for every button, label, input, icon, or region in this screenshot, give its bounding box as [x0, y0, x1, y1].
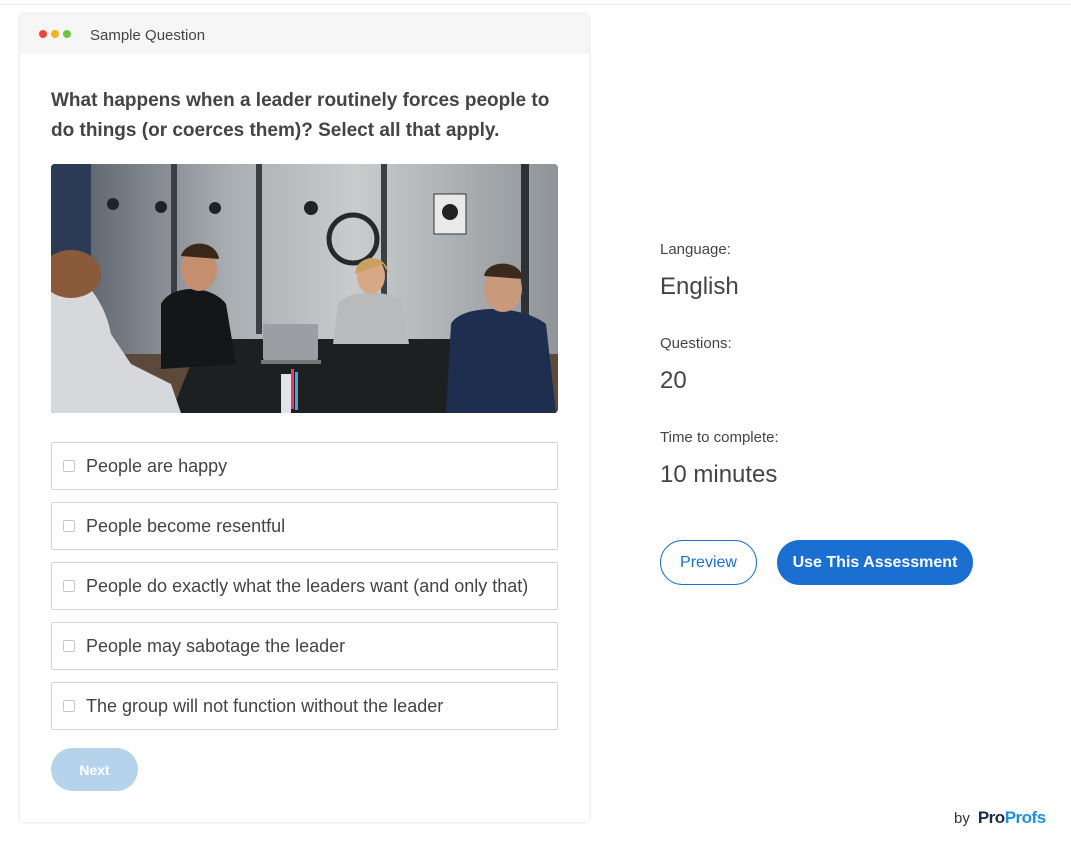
card-header: Sample Question — [20, 14, 589, 54]
window-dots — [39, 30, 71, 38]
question-card: Sample Question What happens when a lead… — [20, 14, 589, 822]
use-assessment-button[interactable]: Use This Assessment — [777, 540, 973, 585]
question-image — [51, 164, 558, 413]
time-label: Time to complete: — [660, 429, 779, 446]
top-divider — [0, 4, 1071, 5]
brand-footer: by ProProfs — [954, 808, 1046, 828]
answer-option-3[interactable]: People do exactly what the leaders want … — [51, 562, 558, 610]
yellow-dot-icon — [51, 30, 59, 38]
answer-option-5[interactable]: The group will not function without the … — [51, 682, 558, 730]
checkbox-icon[interactable] — [63, 460, 75, 472]
checkbox-icon[interactable] — [63, 640, 75, 652]
answer-label: People are happy — [86, 455, 228, 476]
answer-label: The group will not function without the … — [86, 695, 444, 716]
checkbox-icon[interactable] — [63, 700, 75, 712]
answer-label: People become resentful — [86, 515, 286, 536]
checkbox-icon[interactable] — [63, 580, 75, 592]
logo-part-profs: Profs — [1004, 808, 1046, 827]
question-text: What happens when a leader routinely for… — [51, 90, 550, 141]
checkbox-icon[interactable] — [63, 520, 75, 532]
answer-option-2[interactable]: People become resentful — [51, 502, 558, 550]
proprofs-logo[interactable]: ProProfs — [978, 808, 1046, 828]
next-button[interactable]: Next — [51, 748, 138, 791]
language-value: English — [660, 273, 739, 300]
questions-value: 20 — [660, 367, 687, 394]
answer-option-1[interactable]: People are happy — [51, 442, 558, 490]
logo-part-pro: Pro — [977, 808, 1005, 827]
answer-option-4[interactable]: People may sabotage the leader — [51, 622, 558, 670]
card-title: Sample Question — [90, 27, 206, 44]
answer-label: People do exactly what the leaders want … — [86, 575, 529, 596]
brand-by-text: by — [954, 810, 970, 827]
questions-label: Questions: — [660, 335, 732, 352]
red-dot-icon — [39, 30, 47, 38]
preview-button[interactable]: Preview — [660, 540, 757, 585]
green-dot-icon — [63, 30, 71, 38]
language-label: Language: — [660, 241, 731, 258]
meeting-photo-icon — [51, 164, 558, 413]
time-value: 10 minutes — [660, 461, 778, 488]
answer-label: People may sabotage the leader — [86, 635, 346, 656]
